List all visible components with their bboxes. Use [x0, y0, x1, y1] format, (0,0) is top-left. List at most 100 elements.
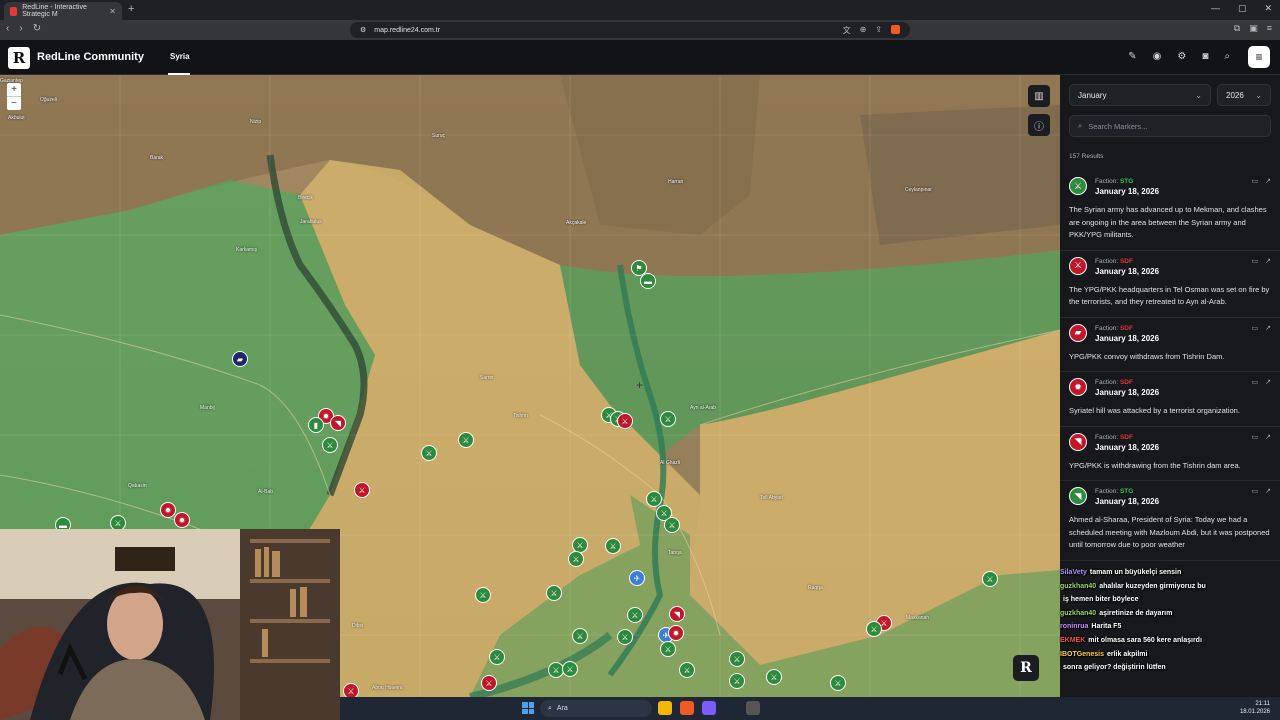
- pin-icon[interactable]: ◉: [1153, 51, 1162, 62]
- search-icon[interactable]: ⌕: [1224, 51, 1230, 62]
- map-marker-stg[interactable]: ⚔: [679, 662, 695, 678]
- map-marker-stg[interactable]: ⚔: [562, 661, 578, 677]
- video-icon[interactable]: ▭: [1252, 433, 1259, 441]
- address-bar[interactable]: ⚙ map.redline24.com.tr 文 ⊕ ⇪: [350, 22, 910, 38]
- map-marker-sdf[interactable]: ⚔: [617, 413, 633, 429]
- gear-icon[interactable]: ⚙: [1177, 51, 1186, 62]
- video-icon[interactable]: ▭: [1252, 177, 1259, 185]
- brave-shields-icon[interactable]: [891, 24, 900, 34]
- map-marker-stg[interactable]: ⚔: [982, 571, 998, 587]
- brave-browser-icon[interactable]: [680, 701, 694, 715]
- video-icon[interactable]: ▭: [1252, 487, 1259, 495]
- map-marker-stg[interactable]: ⚔: [322, 437, 338, 453]
- browser-menu-icon[interactable]: ≡: [1267, 23, 1272, 34]
- map-marker-stg[interactable]: ⚔: [729, 673, 745, 689]
- search-icon: ⌕: [548, 704, 552, 712]
- video-icon[interactable]: ▭: [1252, 324, 1259, 332]
- external-link-icon[interactable]: ↗: [1265, 324, 1271, 332]
- map-marker-stg[interactable]: ⚔: [421, 445, 437, 461]
- map-marker-sdf[interactable]: ◥: [669, 606, 685, 622]
- month-select[interactable]: January ⌄: [1069, 84, 1211, 106]
- external-link-icon[interactable]: ↗: [1265, 257, 1271, 265]
- map-marker-stg[interactable]: ⚔: [660, 641, 676, 657]
- map-marker-sdf[interactable]: ⚔: [343, 683, 359, 697]
- share-icon[interactable]: ⇪: [875, 25, 882, 36]
- feed-item[interactable]: ▰ Faction: SDF January 18, 2026 ▭ ↗ YPG/PKK c…: [1060, 318, 1280, 372]
- external-link-icon[interactable]: ↗: [1265, 378, 1271, 386]
- obs-icon[interactable]: [746, 701, 760, 715]
- map-marker-stg[interactable]: ⚔: [766, 669, 782, 685]
- windows-start-icon[interactable]: [522, 702, 534, 714]
- wallet-icon[interactable]: ▣: [1249, 23, 1258, 34]
- taskbar-search[interactable]: ⌕ Ara: [540, 700, 652, 717]
- minimize-icon[interactable]: —: [1211, 3, 1220, 14]
- reload-icon[interactable]: ↻: [33, 23, 41, 34]
- map-marker-stg[interactable]: ⚔: [617, 629, 633, 645]
- search-placeholder: Search Markers...: [1088, 121, 1148, 131]
- camera-icon[interactable]: ◙: [1202, 51, 1208, 62]
- external-link-icon[interactable]: ↗: [1265, 177, 1271, 185]
- extensions-icon[interactable]: ⧉: [1234, 23, 1240, 34]
- zoom-out-button[interactable]: −: [7, 97, 21, 110]
- file-explorer-icon[interactable]: [658, 701, 672, 715]
- feed-item[interactable]: ⚔ Faction: SDF January 18, 2026 ▭ ↗ The YPG/P…: [1060, 251, 1280, 318]
- site-info-icon[interactable]: ⚙: [360, 26, 366, 34]
- map-marker-stg[interactable]: ⚔: [664, 517, 680, 533]
- map-marker-stg[interactable]: ⚔: [627, 607, 643, 623]
- map-marker-stg[interactable]: ⚔: [458, 432, 474, 448]
- map-marker-sdf[interactable]: ⚔: [481, 675, 497, 691]
- feed-item[interactable]: ◥ Faction: STG January 18, 2026 ▭ ↗ Ahmed al-…: [1060, 481, 1280, 561]
- map-marker-stg[interactable]: ⚔: [646, 491, 662, 507]
- map-marker-sdf[interactable]: ✹: [174, 512, 190, 528]
- tab-syria[interactable]: Syria: [170, 52, 190, 61]
- app-logo[interactable]: R: [8, 47, 30, 69]
- steam-icon[interactable]: [724, 701, 738, 715]
- feed-item[interactable]: ⚔ Faction: STG January 18, 2026 ▭ ↗ The Syria…: [1060, 171, 1280, 251]
- map-marker-stg[interactable]: ▬: [640, 273, 656, 289]
- map-marker-sdf[interactable]: ◥: [330, 415, 346, 431]
- map-marker-stg[interactable]: ⚔: [568, 551, 584, 567]
- map-marker-blue[interactable]: ✈: [629, 570, 645, 586]
- map-marker-stg[interactable]: ⚔: [866, 621, 882, 637]
- map-marker-stg[interactable]: ⚔: [475, 587, 491, 603]
- marker-search-input[interactable]: ⌕ Search Markers...: [1069, 115, 1271, 137]
- map-marker-navy[interactable]: ▰: [232, 351, 248, 367]
- map-marker-stg[interactable]: ⚔: [489, 649, 505, 665]
- external-link-icon[interactable]: ↗: [1265, 433, 1271, 441]
- map-marker-stg[interactable]: ⚔: [729, 651, 745, 667]
- map-marker-stg[interactable]: ⚔: [605, 538, 621, 554]
- map-marker-stg[interactable]: ⚔: [572, 628, 588, 644]
- map-marker-sdf[interactable]: ⚔: [354, 482, 370, 498]
- zoom-icon[interactable]: ⊕: [860, 25, 867, 36]
- close-window-icon[interactable]: ✕: [1264, 3, 1272, 14]
- map-marker-stg[interactable]: ⚔: [660, 411, 676, 427]
- feed-item[interactable]: ✹ Faction: SDF January 18, 2026 ▭ ↗ Syriatel …: [1060, 372, 1280, 427]
- map-layers-button[interactable]: ▥: [1028, 85, 1050, 107]
- map-marker-stg[interactable]: ⚔: [546, 585, 562, 601]
- video-icon[interactable]: ▭: [1252, 378, 1259, 386]
- map-marker-stg[interactable]: ▮: [308, 417, 324, 433]
- video-icon[interactable]: ▭: [1252, 257, 1259, 265]
- year-select[interactable]: 2026 ⌄: [1217, 84, 1271, 106]
- tag-icon[interactable]: ✎: [1128, 51, 1136, 62]
- place-label: Jarabulus: [300, 219, 322, 225]
- close-tab-icon[interactable]: ✕: [109, 7, 116, 16]
- map-marker-sdf[interactable]: ✹: [668, 625, 684, 641]
- zoom-in-button[interactable]: +: [7, 83, 21, 97]
- discord-icon[interactable]: [702, 701, 716, 715]
- menu-button[interactable]: ≡: [1248, 46, 1270, 68]
- back-icon[interactable]: ‹: [6, 23, 9, 34]
- forward-icon[interactable]: ›: [19, 23, 22, 34]
- map-marker-stg[interactable]: ⚔: [830, 675, 846, 691]
- maximize-icon[interactable]: ▢: [1238, 3, 1247, 14]
- external-link-icon[interactable]: ↗: [1265, 487, 1271, 495]
- app-title[interactable]: RedLine Community: [37, 51, 144, 63]
- faction-name: SDF: [1119, 257, 1133, 265]
- feed-date: January 18, 2026: [1095, 442, 1160, 452]
- map-marker-sdf[interactable]: ✹: [160, 502, 176, 518]
- map-info-button[interactable]: ⓘ: [1028, 114, 1050, 136]
- translate-icon[interactable]: 文: [843, 25, 851, 36]
- browser-tab[interactable]: RedLine - Interactive Strategic M ✕: [4, 2, 122, 20]
- feed-item[interactable]: ◥ Faction: SDF January 18, 2026 ▭ ↗ YPG/PKK i…: [1060, 427, 1280, 481]
- new-tab-icon[interactable]: +: [128, 3, 134, 15]
